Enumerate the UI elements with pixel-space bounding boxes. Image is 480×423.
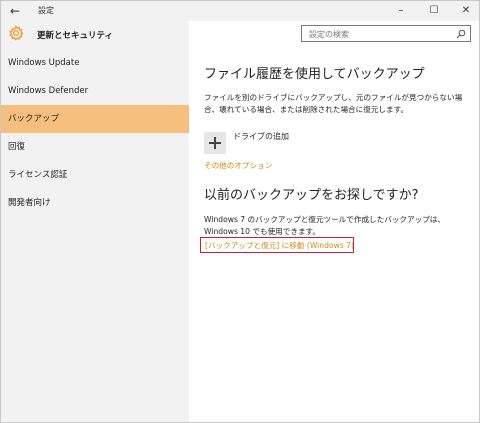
search-input[interactable]: 設定の検索 [301, 25, 471, 42]
more-options-link[interactable]: その他のオプション [204, 160, 272, 171]
sidebar-item-developers[interactable]: 開発者向け [1, 189, 189, 217]
sidebar-item-recovery[interactable]: 回復 [1, 133, 189, 161]
title-bar: ← 設定 – ☐ ✕ [1, 1, 479, 21]
backup-restore-windows7-link[interactable]: [バックアップと復元] に移動 (Windows 7) [205, 240, 354, 251]
maximize-button[interactable]: ☐ [419, 1, 449, 21]
page-title: 更新とセキュリティ [37, 31, 113, 41]
main-content: ファイル履歴を使用してバックアップ ファイルを別のドライブにバックアップし、元の… [189, 47, 479, 422]
sidebar-item-windows-update[interactable]: Windows Update [1, 49, 189, 77]
sidebar-item-windows-defender[interactable]: Windows Defender [1, 77, 189, 105]
minimize-button[interactable]: – [386, 1, 416, 21]
section-title-file-history: ファイル履歴を使用してバックアップ [204, 67, 425, 82]
search-icon[interactable] [456, 29, 466, 39]
section-description-file-history: ファイルを別のドライブにバックアップし、元のファイルが見つからない場合、壊れてい… [204, 93, 463, 114]
search-placeholder: 設定の検索 [309, 30, 349, 39]
add-drive-label[interactable]: ドライブの追加 [233, 131, 289, 142]
window-title: 設定 [38, 6, 54, 15]
gear-icon [9, 25, 24, 41]
restore-link-highlight: [バックアップと復元] に移動 (Windows 7) [200, 237, 354, 253]
section-description-older-backup: Windows 7 のバックアップと復元ツールで作成したバックアップは、Wind… [204, 215, 445, 236]
settings-window: ← 設定 – ☐ ✕ 更新とセキュリティ 設定の検索 Windows Updat… [0, 0, 480, 423]
section-title-older-backup: 以前のバックアップをお探しですか? [204, 188, 419, 203]
sidebar-item-backup[interactable]: バックアップ [1, 105, 189, 133]
back-arrow-icon[interactable]: ← [7, 2, 23, 20]
sidebar-item-activation[interactable]: ライセンス認証 [1, 161, 189, 189]
close-button[interactable]: ✕ [451, 1, 479, 21]
add-drive-button[interactable] [204, 132, 226, 154]
sidebar: Windows Update Windows Defender バックアップ 回… [1, 47, 189, 422]
